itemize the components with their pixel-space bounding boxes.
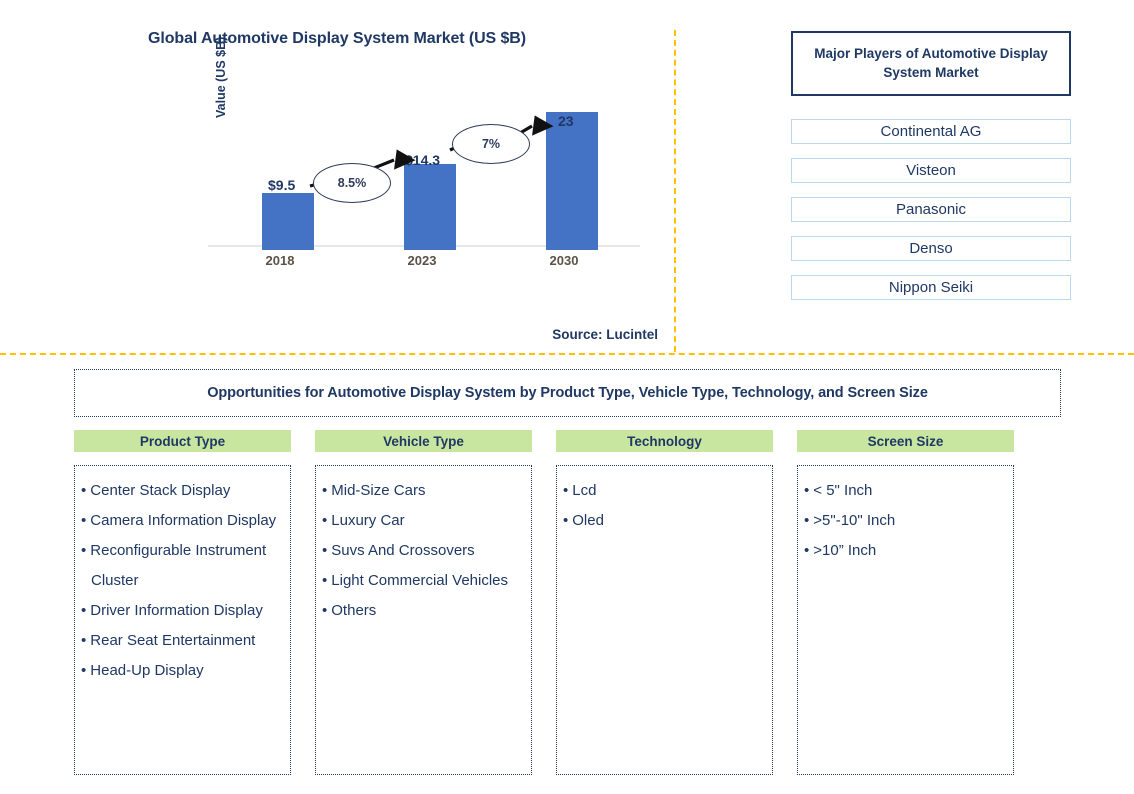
column-list: • < 5" Inch • >5"-10" Inch • >10” Inch [797,465,1014,775]
column-header: Product Type [74,430,291,452]
chart-plot-area [208,100,640,250]
bullet-icon: • [563,482,569,499]
x-tick-2018: 2018 [265,253,295,268]
column-list: • Mid-Size Cars • Luxury Car • Suvs And Cro… [315,465,532,775]
bar-2018 [262,193,314,250]
column-product-type: Product Type • Center Stack Display • Came… [74,430,291,775]
vertical-divider [674,30,676,352]
major-players-header: Major Players of Automotive Display Syst… [791,31,1071,96]
bullet-icon: • [322,542,328,559]
list-item: • Center Stack Display [81,476,284,506]
column-list: • Lcd • Oled [556,465,773,775]
bullet-icon: • [81,482,87,499]
list-item: • Rear Seat Entertainment [81,626,284,656]
list-item-label: Suvs And Crossovers [331,542,475,559]
list-item-label: Reconfigurable Instrument Cluster [90,542,267,589]
bullet-icon: • [81,602,87,619]
cagr-bubble-2023-2030: 7% [452,124,530,164]
list-item-label: Others [331,602,377,619]
bullet-icon: • [322,512,328,529]
bar-2023 [404,164,456,250]
bullet-icon: • [81,632,87,649]
list-item-label: < 5" Inch [813,482,873,499]
list-item: • >5"-10" Inch [804,506,1007,536]
major-players-panel: Major Players of Automotive Display Syst… [791,31,1071,300]
horizontal-divider [0,353,1134,355]
list-item-label: Mid-Size Cars [331,482,426,499]
x-tick-2030: 2030 [549,253,579,268]
list-item: • >10” Inch [804,536,1007,566]
column-vehicle-type: Vehicle Type • Mid-Size Cars • Luxury Car … [315,430,532,775]
bullet-icon: • [804,542,810,559]
x-tick-2023: 2023 [407,253,437,268]
list-item: • Camera Information Display [81,506,284,536]
list-item: • Light Commercial Vehicles [322,566,525,596]
list-item-label: Luxury Car [331,512,405,529]
bullet-icon: • [81,542,87,559]
list-item-label: Light Commercial Vehicles [331,572,509,589]
bullet-icon: • [81,512,87,529]
list-item: • Driver Information Display [81,596,284,626]
player-row: Nippon Seiki [791,275,1071,300]
bullet-icon: • [81,662,87,679]
chart-source: Source: Lucintel [552,327,658,342]
list-item-label: Oled [572,512,604,529]
list-item: • Suvs And Crossovers [322,536,525,566]
bar-2030 [546,112,598,250]
list-item: • Head-Up Display [81,656,284,686]
bullet-icon: • [322,482,328,499]
player-row: Denso [791,236,1071,261]
column-list: • Center Stack Display • Camera Informatio… [74,465,291,775]
bullet-icon: • [804,482,810,499]
column-header: Screen Size [797,430,1014,452]
list-item-label: Center Stack Display [90,482,231,499]
column-technology: Technology • Lcd • Oled [556,430,773,775]
chart-title: Global Automotive Display System Market … [148,30,526,47]
list-item-label: Head-Up Display [90,662,204,679]
column-header: Vehicle Type [315,430,532,452]
market-chart-panel: Global Automotive Display System Market … [0,0,674,353]
column-header: Technology [556,430,773,452]
list-item: • Mid-Size Cars [322,476,525,506]
list-item-label: Lcd [572,482,597,499]
list-item: • < 5" Inch [804,476,1007,506]
bar-value-2023: $14.3 [405,152,441,168]
list-item: • Lcd [563,476,766,506]
bullet-icon: • [322,572,328,589]
list-item-label: >10” Inch [813,542,877,559]
bullet-icon: • [804,512,810,529]
list-item-label: Rear Seat Entertainment [90,632,256,649]
list-item-label: Camera Information Display [90,512,277,529]
player-row: Continental AG [791,119,1071,144]
list-item: • Reconfigurable Instrument Cluster [81,536,284,596]
column-screen-size: Screen Size • < 5" Inch • >5"-10" Inch • >1… [797,430,1014,775]
opportunities-banner: Opportunities for Automotive Display Sys… [74,369,1061,417]
list-item-label: Driver Information Display [90,602,263,619]
infographic-page: Global Automotive Display System Market … [0,0,1134,794]
bar-value-2018: $9.5 [268,177,296,193]
list-item: • Others [322,596,525,626]
bullet-icon: • [563,512,569,529]
bullet-icon: • [322,602,328,619]
cagr-bubble-2018-2023: 8.5% [313,163,391,203]
player-row: Panasonic [791,197,1071,222]
list-item-label: >5"-10" Inch [813,512,896,529]
player-row: Visteon [791,158,1071,183]
opportunities-columns: Product Type • Center Stack Display • Came… [74,430,1061,775]
list-item: • Oled [563,506,766,536]
list-item: • Luxury Car [322,506,525,536]
bar-value-2030: 23 [558,113,574,129]
